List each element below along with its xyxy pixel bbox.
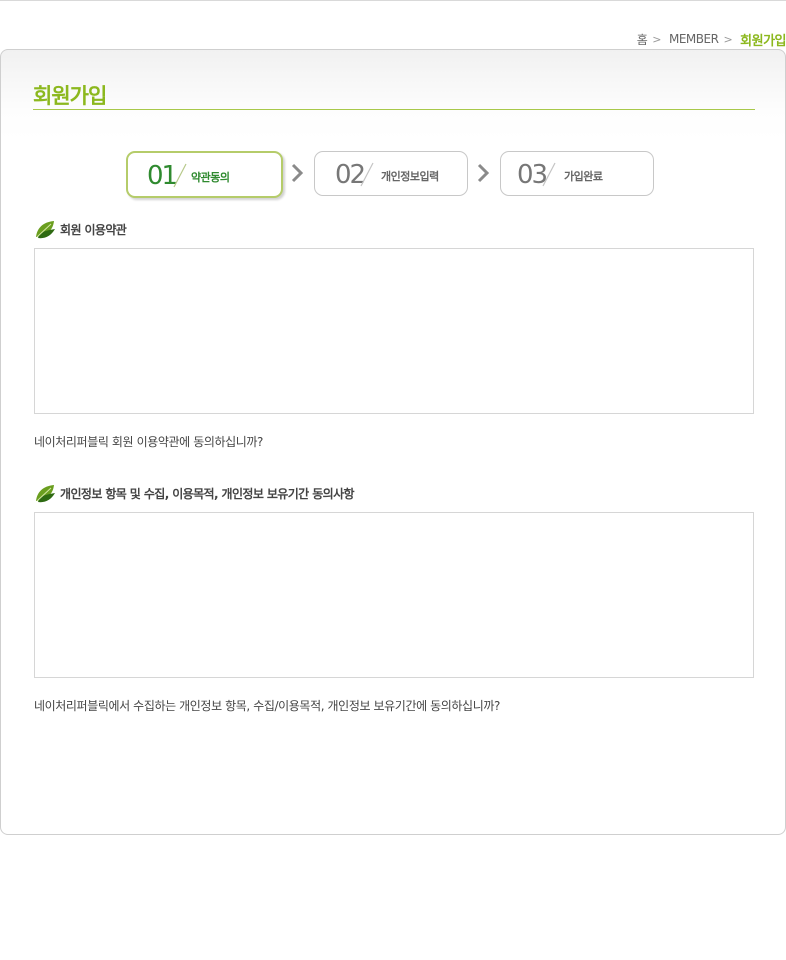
chevron-right-icon: > (652, 32, 661, 46)
slash-icon (173, 163, 187, 188)
step-label: 개인정보입력 (381, 170, 439, 183)
chevron-right-icon: > (723, 32, 733, 46)
chevron-right-icon (291, 163, 304, 183)
page-title: 회원가입 (33, 84, 107, 108)
terms-agree-question: 네이처리퍼블릭 회원 이용약관에 동의하십니까? (34, 435, 264, 449)
privacy-heading: 개인정보 항목 및 수집, 이용목적, 개인정보 보유기간 동의사항 (34, 482, 355, 504)
privacy-heading-label: 개인정보 항목 및 수집, 이용목적, 개인정보 보유기간 동의사항 (60, 486, 355, 501)
breadcrumb: 홈 > MEMBER > 회원가입 (637, 30, 786, 49)
breadcrumb-member[interactable]: MEMBER (669, 32, 719, 46)
privacy-content-box[interactable] (34, 512, 754, 678)
step-complete: 03 가입완료 (500, 151, 654, 196)
top-divider (0, 0, 786, 1)
slash-icon (542, 162, 556, 187)
terms-content-box[interactable] (34, 248, 754, 414)
leaf-icon (36, 221, 55, 239)
privacy-agree-question: 네이처리퍼블릭에서 수집하는 개인정보 항목, 수집/이용목적, 개인정보 보유… (34, 699, 500, 713)
terms-heading: 회원 이용약관 (34, 218, 127, 240)
slash-icon (360, 162, 374, 187)
terms-heading-label: 회원 이용약관 (60, 222, 127, 237)
step-personal-info: 02 개인정보입력 (314, 151, 468, 196)
step-agreement: 01 약관동의 (126, 151, 283, 198)
breadcrumb-home[interactable]: 홈 (637, 31, 648, 48)
breadcrumb-current: 회원가입 (740, 33, 786, 49)
leaf-icon (36, 485, 55, 503)
step-label: 약관동의 (191, 171, 230, 184)
signup-panel: 회원가입 01 약관동의 02 개인정보입력 03 가입완료 회원 이용약관 네… (0, 49, 786, 835)
chevron-right-icon (477, 163, 490, 183)
step-label: 가입완료 (564, 170, 603, 183)
title-divider (33, 109, 755, 110)
